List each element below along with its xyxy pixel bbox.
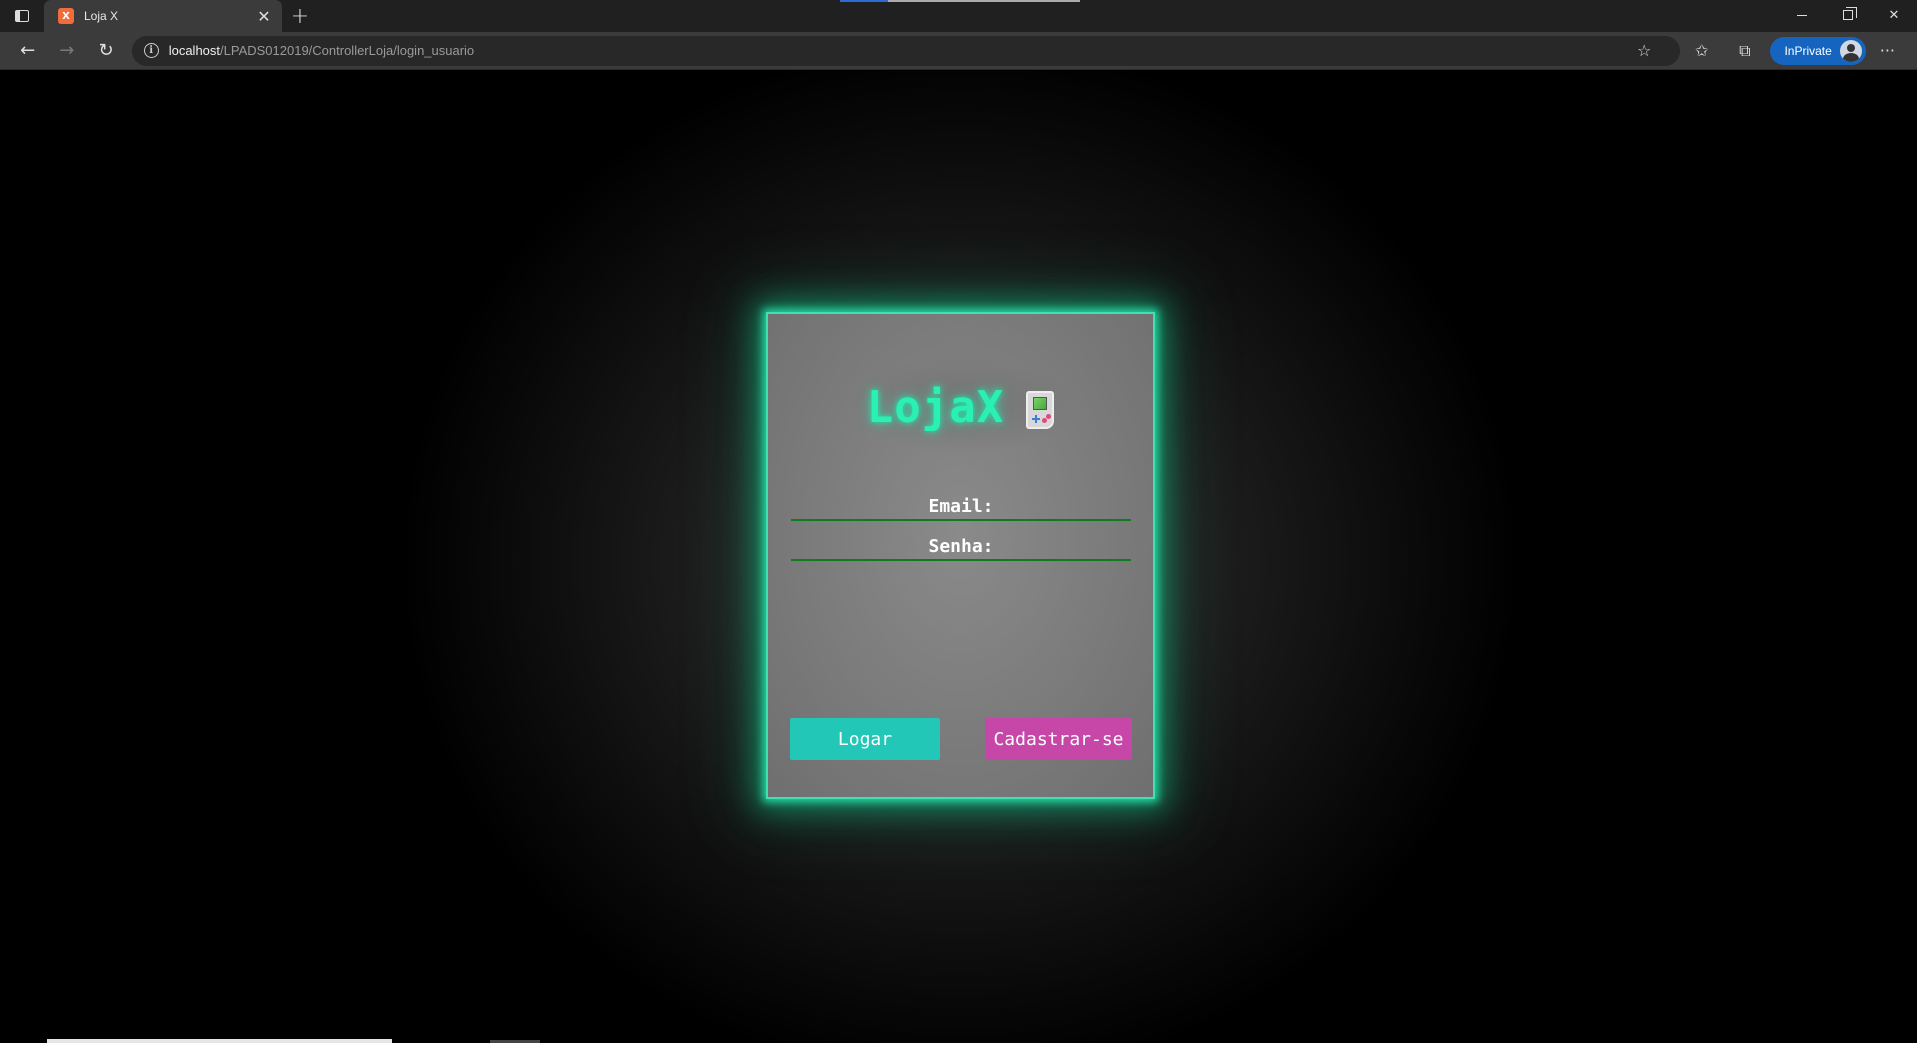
logo-text: LojaX [866,382,1005,433]
restore-icon [1843,7,1857,20]
password-label: Senha: [928,536,994,557]
refresh-icon: ↻ [98,40,114,61]
minimize-icon [1797,14,1807,16]
new-tab-button[interactable]: + [282,0,318,32]
email-field[interactable]: Email: [791,491,1131,521]
close-icon: ✕ [1888,7,1900,23]
close-window-button[interactable]: ✕ [1871,0,1917,30]
collections-icon[interactable]: ⧉ [1723,35,1766,67]
browser-tab[interactable]: X Loja X ✕ [44,0,282,32]
profile-avatar [1839,39,1862,62]
email-label: Email: [928,496,994,517]
browser-toolbar: ← → ↻ i localhost/LPADS012019/Controller… [0,32,1917,70]
logo: LojaX [768,382,1153,433]
gameboy-icon [1026,390,1055,429]
loading-indicator [840,0,1080,2]
favicon-icon: X [58,8,74,24]
more-options-icon[interactable]: ··· [1866,35,1909,67]
signup-button[interactable]: Cadastrar-se [985,718,1132,760]
tab-actions-button[interactable] [0,0,44,32]
scroll-indicator [47,1039,392,1043]
back-button[interactable]: ← [8,35,47,67]
password-field[interactable]: Senha: [791,531,1131,561]
site-info-icon[interactable]: i [143,43,159,58]
tab-title: Loja X [84,9,119,23]
minimize-button[interactable] [1779,0,1825,30]
login-button[interactable]: Logar [790,718,940,760]
tab-close-icon[interactable]: ✕ [256,7,272,26]
restore-button[interactable] [1825,0,1871,30]
forward-arrow-icon: → [59,40,75,61]
inprivate-label: InPrivate [1784,43,1832,58]
refresh-button[interactable]: ↻ [86,35,125,67]
address-bar[interactable]: i localhost/LPADS012019/ControllerLoja/l… [131,35,1681,66]
add-favorite-icon[interactable]: ☆ [1622,35,1666,67]
url-path: /LPADS012019/ControllerLoja/login_usuari… [220,43,475,58]
window-controls: ✕ [1779,0,1917,32]
url-host: localhost [168,43,221,58]
login-card: LojaX Email: Senha: Logar Cadastrar-se [766,312,1155,799]
tab-actions-icon [15,10,29,22]
address-bar-actions: ☆ [1622,36,1666,66]
back-arrow-icon: ← [20,40,36,61]
forward-button[interactable]: → [47,35,86,67]
inprivate-badge[interactable]: InPrivate [1770,36,1866,65]
page-viewport: LojaX Email: Senha: Logar Cadastrar-se [0,71,1917,1043]
favorites-icon[interactable]: ✩ [1680,35,1723,67]
url-text[interactable]: localhost/LPADS012019/ControllerLoja/log… [169,43,474,58]
tab-bar: X Loja X ✕ + ✕ [0,0,1917,32]
